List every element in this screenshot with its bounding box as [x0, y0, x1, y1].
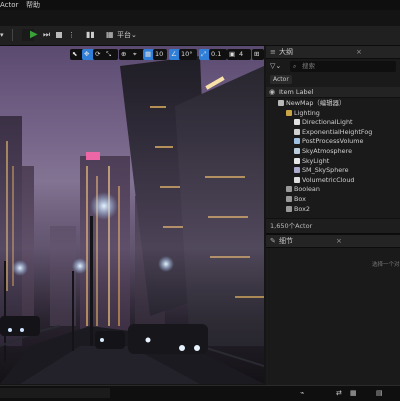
derived-data-icon[interactable]: ▦ [350, 388, 357, 398]
rotate-snap-value[interactable]: 10° [179, 49, 197, 60]
outliner-tab-bar: ≡ 大纲 × [266, 46, 400, 59]
outliner-row[interactable]: Boolean [286, 185, 320, 193]
tab-strip [0, 10, 400, 26]
outliner-row[interactable]: PostProcessVolume [294, 137, 363, 145]
outliner-row[interactable]: Box [286, 195, 306, 203]
outliner-row-label: SM_SkySphere [302, 166, 349, 175]
details-close-icon[interactable]: × [336, 236, 342, 246]
details-icon: ✎ [270, 237, 276, 245]
outliner-title[interactable]: 大纲 [279, 47, 293, 57]
main-toolbar: ▾ ▶ ⏭ ⋮ ▮▮ ▦ 平台 ⌄ [0, 26, 400, 46]
visibility-icon[interactable]: ◉ [269, 87, 275, 97]
outliner-row-label: Lighting [294, 108, 320, 117]
outliner-row[interactable]: VolumetricCloud [294, 176, 354, 184]
search-input[interactable]: ⌕ 搜索 [290, 61, 396, 72]
outliner-row-label: SkyLight [302, 156, 330, 165]
fog-icon [294, 128, 300, 135]
stop-icon[interactable] [56, 32, 62, 38]
details-title[interactable]: 细节 [279, 236, 293, 246]
camera-speed-value[interactable]: 4 [237, 49, 251, 60]
actor-filter-chip[interactable]: Actor [270, 75, 292, 84]
more-play-icon[interactable]: ⋮ [68, 29, 75, 41]
search-icon: ⌕ [293, 63, 297, 70]
city-scene-image [0, 46, 264, 384]
actor-icon [286, 186, 292, 193]
actor-icon [286, 196, 292, 202]
outliner-row-label: VolumetricCloud [302, 175, 355, 184]
cloud-icon [294, 176, 300, 183]
outliner-row-label: ExponentialHeightFog [302, 127, 373, 136]
outliner-panel: ≡ 大纲 × ▽⌄ ⌕ 搜索 Actor ◉ Item Label NewMap… [266, 46, 400, 233]
close-icon[interactable]: × [356, 47, 362, 57]
outliner-row[interactable]: SkyLight [294, 157, 329, 165]
mesh-icon [294, 167, 300, 174]
play-icon[interactable]: ▶ [30, 29, 38, 41]
revision-icon[interactable]: ⇄ [336, 388, 342, 398]
grid-snap-value[interactable]: 10 [153, 49, 167, 60]
outliner-row[interactable]: SkyAtmosphere [294, 147, 352, 155]
filter-chip-label: Actor [273, 76, 289, 83]
outliner-row-label: SkyAtmosphere [302, 147, 352, 155]
status-bar: ⌁ ⇄ ▦ ▤ [0, 385, 400, 401]
platforms-menu[interactable]: 平台 [117, 29, 131, 41]
outliner-row[interactable]: NewMap（编辑器） [278, 99, 345, 107]
scale-icon[interactable]: ⤡ [104, 49, 118, 60]
viewport-toolbar: ⬉ ✥ ⟳ ⤡ ⊕ ⌖ ▦ 10 ∠ 10° ⤢ 0.1 ▣ 4 ⊞ [0, 47, 264, 63]
search-placeholder: 搜索 [302, 62, 315, 70]
item-label-column[interactable]: Item Label [279, 87, 313, 97]
launch-icon[interactable]: ▮▮ [86, 29, 95, 41]
outliner-row-label: Box [294, 195, 306, 203]
details-tab-bar: ✎ 细节 × [266, 235, 400, 248]
details-hint: 选择一个对象 [372, 262, 400, 268]
menu-actor[interactable]: Actor [0, 0, 18, 10]
content-drawer-icon[interactable]: ▤ [376, 388, 383, 398]
outliner-tree: NewMap（编辑器） Lighting DirectionalLight Expon… [266, 99, 400, 218]
outliner-row[interactable]: SM_SkySphere [294, 166, 349, 174]
map-icon [278, 100, 284, 106]
skylight-icon [294, 157, 300, 164]
filter-icon[interactable]: ▽⌄ [270, 61, 281, 72]
atmosphere-icon [294, 148, 300, 154]
actor-icon [286, 205, 292, 212]
outliner-icon: ≡ [270, 48, 276, 56]
chevron-down-icon: ⌄ [131, 31, 137, 39]
source-control-icon[interactable]: ⌁ [300, 388, 304, 398]
outliner-header: ◉ Item Label [266, 87, 400, 98]
folder-icon [286, 109, 292, 116]
outliner-footer: 1,650个Actor [266, 218, 400, 233]
light-icon [294, 119, 300, 126]
outliner-row[interactable]: Lighting [286, 109, 320, 117]
dropdown-icon[interactable]: ▾ [0, 29, 13, 41]
menu-bar: Actor 帮助 [0, 0, 400, 10]
outliner-row-label: Boolean [294, 185, 320, 194]
outliner-row[interactable]: ExponentialHeightFog [294, 128, 372, 136]
outliner-row-label: PostProcessVolume [302, 137, 364, 146]
platform-icon: ▦ [106, 30, 114, 39]
maximize-icon[interactable]: ⊞ [252, 49, 264, 60]
details-panel: ✎ 细节 × 选择一个对象 [266, 233, 400, 386]
outliner-row-label: DirectionalLight [302, 118, 353, 127]
outliner-row[interactable]: DirectionalLight [294, 118, 353, 126]
command-input[interactable] [0, 388, 110, 398]
outliner-row[interactable]: Box2 [286, 205, 310, 213]
outliner-row-label: NewMap（编辑器） [286, 99, 346, 107]
actor-count: 1,650个Actor [270, 222, 313, 230]
scale-snap-value[interactable]: 0.1 [209, 49, 227, 60]
outliner-row-label: Box2 [294, 204, 310, 213]
level-viewport[interactable]: ⬉ ✥ ⟳ ⤡ ⊕ ⌖ ▦ 10 ∠ 10° ⤢ 0.1 ▣ 4 ⊞ [0, 46, 264, 384]
menu-help[interactable]: 帮助 [26, 0, 40, 10]
play-options-icon[interactable]: ⏭ [43, 29, 50, 41]
outliner-search-row: ▽⌄ ⌕ 搜索 [268, 61, 398, 72]
volume-icon [294, 138, 300, 145]
